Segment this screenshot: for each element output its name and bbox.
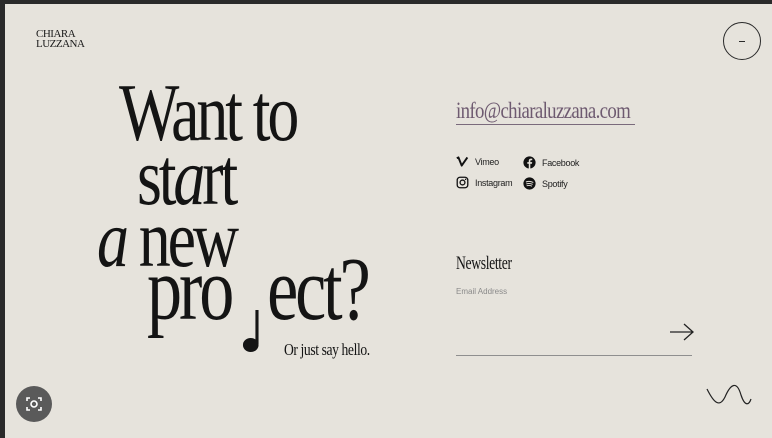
social-link-spotify[interactable]: Spotify [523,177,568,190]
instagram-icon [456,176,469,189]
email-link[interactable]: info@chiaraluzzana.com [456,98,631,124]
lens-search-button[interactable] [16,386,52,422]
say-hello-text: Or just say hello. [284,340,370,359]
spotify-icon [523,177,536,190]
page: CHIARA LUZZANA Want to start a new pro ec… [5,4,772,438]
music-note-j [231,310,267,352]
camera-search-icon [26,397,42,411]
wave-squiggle-icon [706,384,752,405]
newsletter-email-input[interactable] [456,300,692,356]
headline-word-part: ect? [267,240,371,339]
social-label: Facebook [542,157,580,168]
headline-word-part: pro [147,240,234,339]
social-label: Vimeo [475,156,499,167]
newsletter-heading: Newsletter [456,253,512,274]
logo-line-2: LUZZANA [36,38,85,50]
brand-logo[interactable]: CHIARA LUZZANA [36,29,96,50]
email-field-label: Email Address [456,287,508,296]
headline-line-4: pro ect? [147,238,371,352]
email-underline [456,124,635,125]
arrow-right-icon[interactable] [668,321,696,343]
social-label: Instagram [475,177,513,188]
facebook-icon [523,156,536,169]
headline-italic-letter: a [97,193,129,284]
social-link-instagram[interactable]: Instagram [456,176,513,189]
social-label: Spotify [542,178,568,189]
social-link-vimeo[interactable]: Vimeo [456,155,499,168]
social-link-facebook[interactable]: Facebook [523,156,579,169]
menu-icon [739,41,745,42]
vimeo-icon [456,156,469,167]
menu-button[interactable] [723,22,761,60]
music-note-icon [242,310,259,352]
